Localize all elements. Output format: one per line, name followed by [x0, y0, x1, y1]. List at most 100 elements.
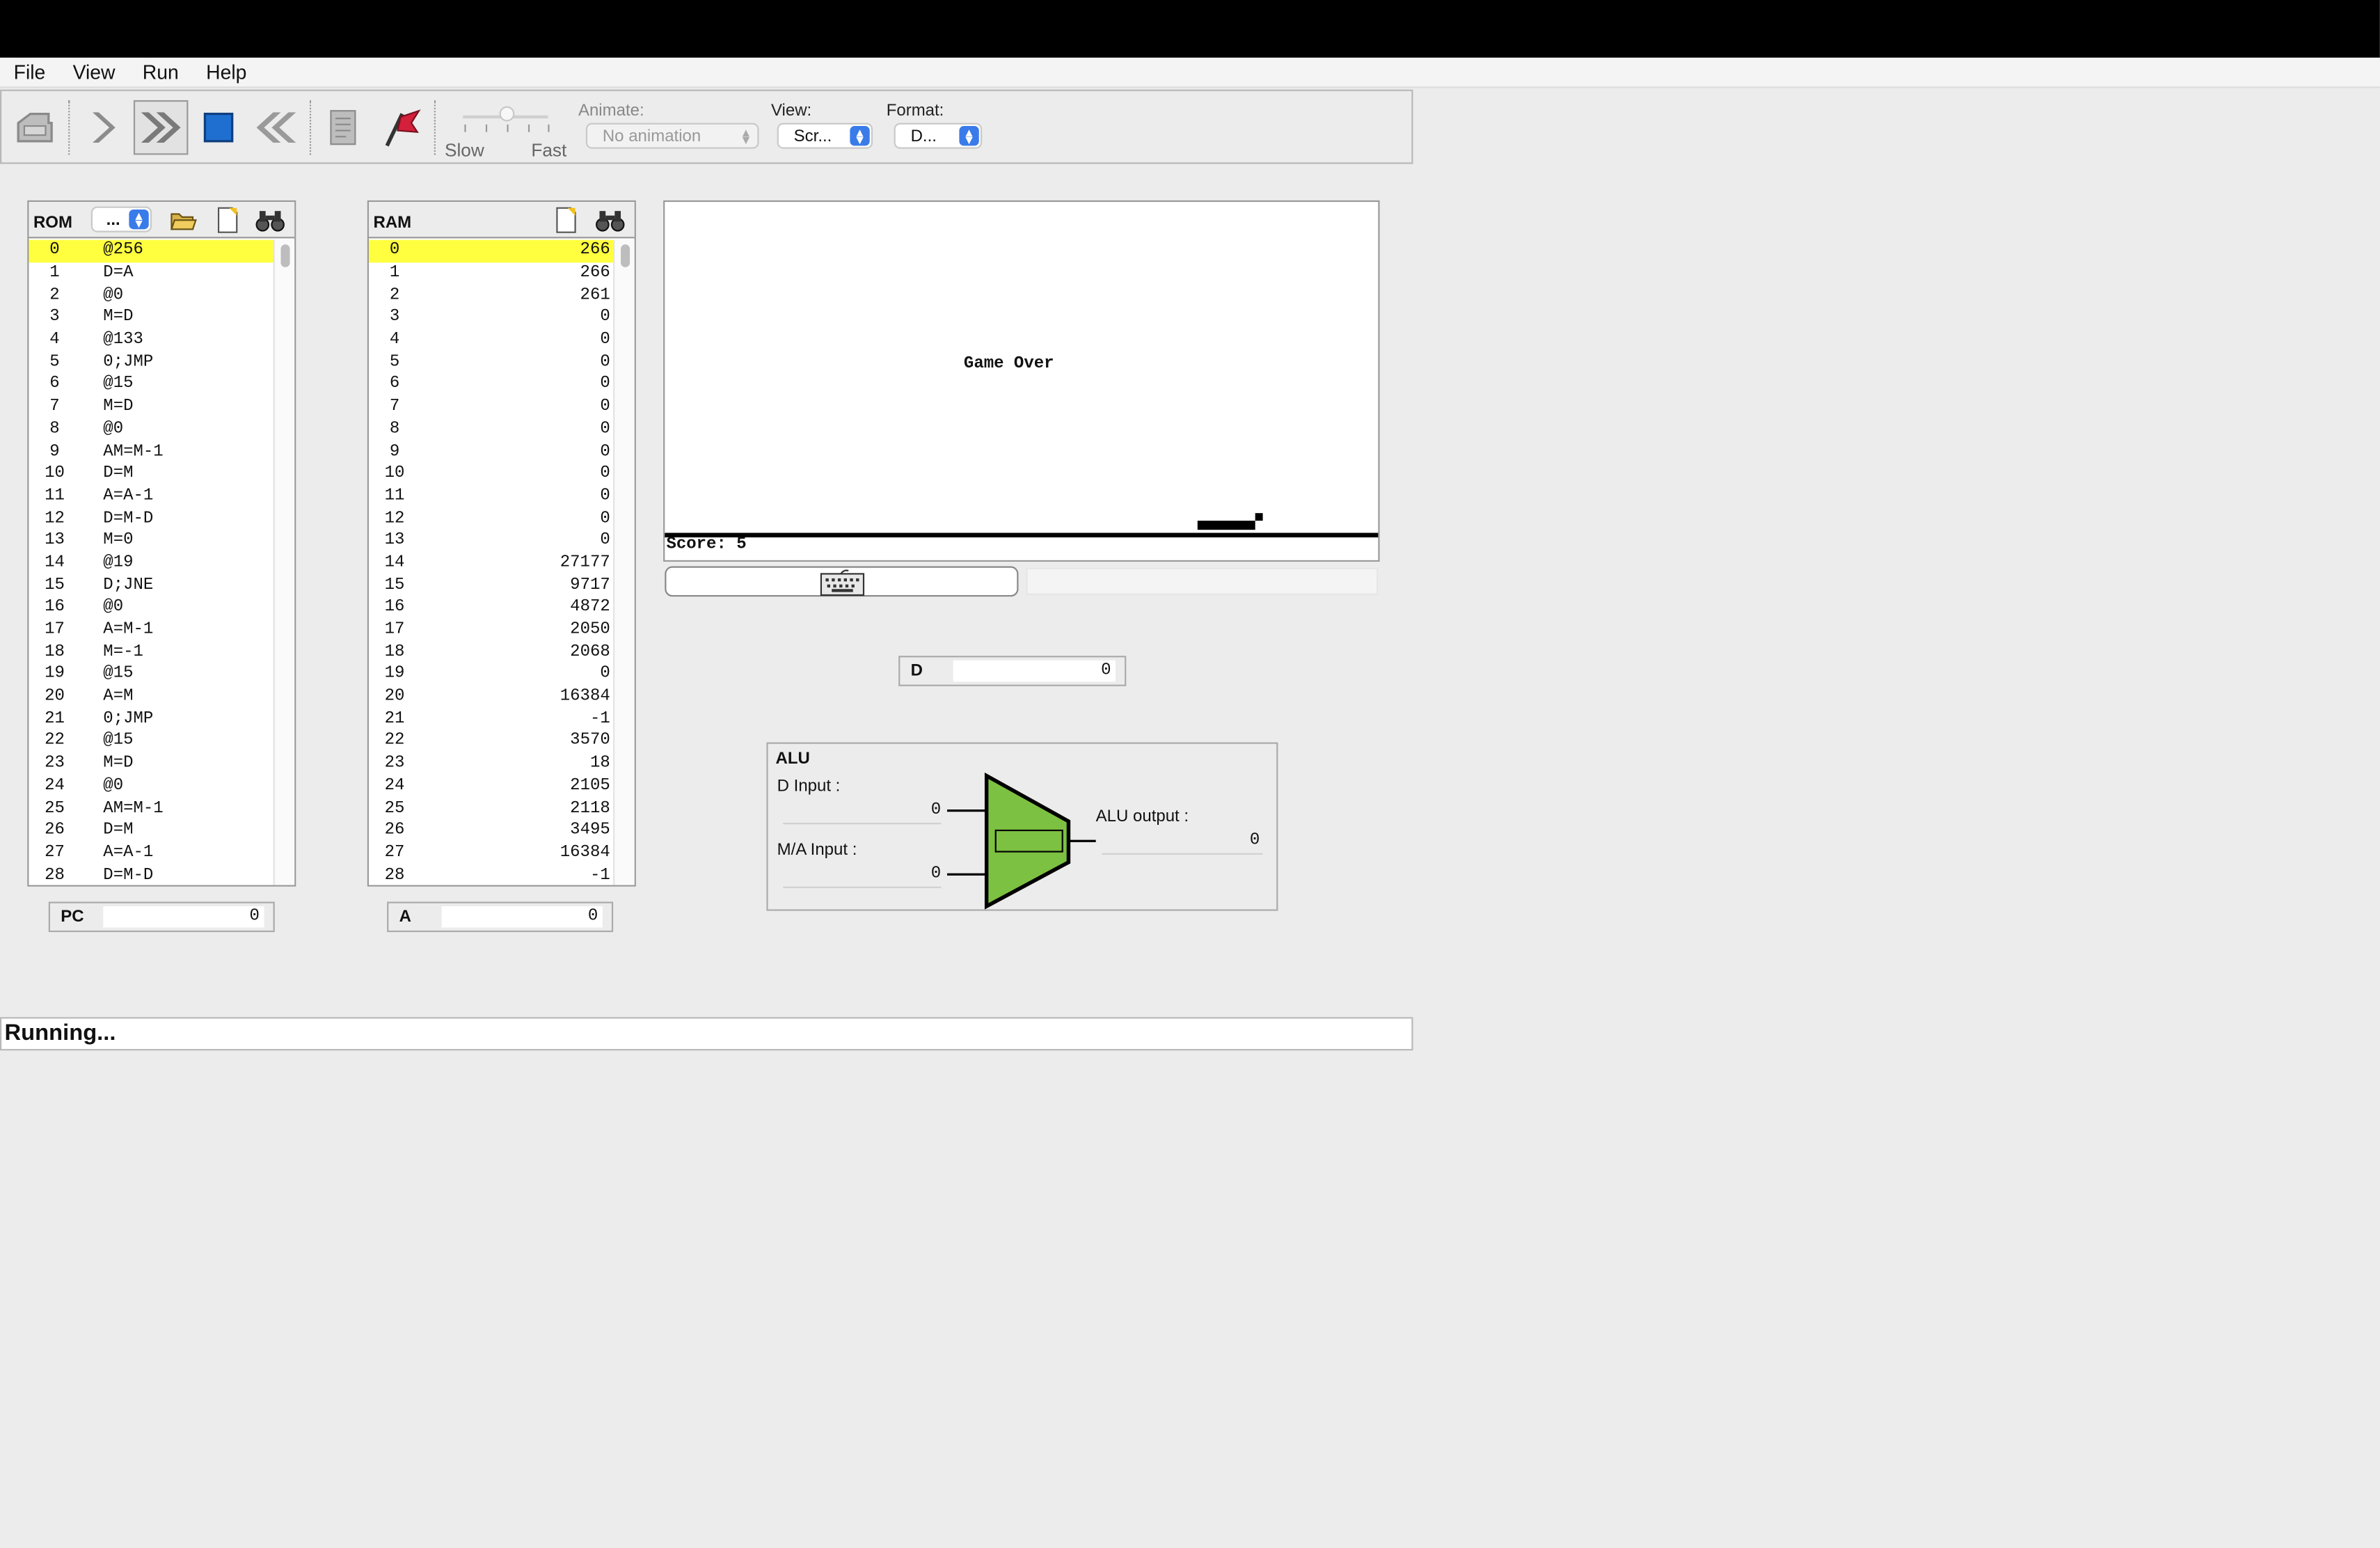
rewind-button[interactable]: [249, 100, 304, 155]
ram-row[interactable]: 11 0: [369, 485, 613, 507]
ram-row[interactable]: 24 2105: [369, 775, 613, 797]
ram-row[interactable]: 70: [369, 396, 613, 418]
ram-row[interactable]: 18 2068: [369, 641, 613, 663]
rom-row[interactable]: 23 M=D: [29, 752, 273, 775]
ram-row[interactable]: 40: [369, 329, 613, 352]
ram-value[interactable]: -1: [438, 866, 613, 884]
ram-value[interactable]: 0: [438, 487, 613, 505]
ram-value[interactable]: 16384: [438, 844, 613, 862]
binoculars-icon[interactable]: [595, 208, 626, 232]
rom-row[interactable]: 18 M=-1: [29, 641, 273, 663]
ram-value[interactable]: 0: [438, 354, 613, 372]
new-file-icon[interactable]: [554, 207, 578, 234]
ram-row[interactable]: 22 3570: [369, 730, 613, 752]
format-select[interactable]: D... ▲ ▼: [894, 123, 983, 149]
rom-instruction[interactable]: D=M: [99, 821, 273, 839]
ram-list[interactable]: 0 266 1 266 2 261 3 0 4 0 5 0 6 0 7 0 8 0 9 0 10 0 11 0 12 0 13 0 14…: [368, 239, 614, 885]
rom-row[interactable]: 13 M=0: [29, 530, 273, 552]
ram-value[interactable]: 27177: [438, 554, 613, 572]
speed-slider[interactable]: Slow Fast: [442, 100, 573, 161]
rom-instruction[interactable]: M=-1: [99, 643, 273, 661]
ram-row[interactable]: 23 18: [369, 752, 613, 775]
menu-run[interactable]: Run: [129, 61, 192, 84]
rom-row[interactable]: 3 M=D: [29, 307, 273, 329]
rom-instruction[interactable]: @15: [99, 665, 273, 684]
rom-instruction[interactable]: D=M-D: [99, 510, 273, 528]
binoculars-icon[interactable]: [255, 208, 285, 232]
ram-value[interactable]: 18: [438, 755, 613, 773]
ram-row[interactable]: 13 0: [369, 530, 613, 552]
rom-instruction[interactable]: 0;JMP: [99, 354, 273, 372]
rom-row[interactable]: 9 AM=M-1: [29, 441, 273, 463]
ram-row[interactable]: 12 0: [369, 507, 613, 530]
rom-row[interactable]: 0 @256: [29, 239, 273, 262]
rom-row[interactable]: 20 A=M: [29, 686, 273, 708]
rom-instruction[interactable]: @19: [99, 554, 273, 572]
rom-format-select[interactable]: ... ▲ ▼: [90, 206, 152, 232]
ram-scrollbar[interactable]: [613, 239, 635, 885]
rom-instruction[interactable]: M=D: [99, 755, 273, 773]
ram-value[interactable]: 4872: [438, 599, 613, 617]
ram-row[interactable]: 21 -1: [369, 708, 613, 730]
single-step-button[interactable]: [74, 100, 129, 155]
rom-row[interactable]: 11 A=A-1: [29, 485, 273, 507]
ram-row[interactable]: 0 266: [368, 239, 614, 262]
ram-value[interactable]: 9717: [438, 576, 613, 594]
rom-row[interactable]: 26 D=M: [29, 819, 273, 842]
rom-instruction[interactable]: @133: [99, 331, 273, 349]
ram-value[interactable]: 261: [438, 287, 613, 305]
rom-instruction[interactable]: @0: [99, 287, 273, 305]
rom-instruction[interactable]: A=A-1: [99, 844, 273, 862]
rom-row[interactable]: 15 D;JNE: [29, 574, 273, 597]
ram-row[interactable]: 30: [369, 307, 613, 329]
rom-row[interactable]: 4 @133: [29, 329, 273, 352]
rom-row[interactable]: 10 D=M: [29, 463, 273, 485]
rom-row[interactable]: 19 @15: [29, 663, 273, 686]
rom-row[interactable]: 12 D=M-D: [29, 507, 273, 530]
ram-value[interactable]: 0: [438, 532, 613, 550]
ram-value[interactable]: 0: [438, 665, 613, 684]
animate-select[interactable]: No animation ▲ ▼: [585, 123, 759, 149]
ram-row[interactable]: 19 0: [369, 663, 613, 686]
breakpoints-button[interactable]: [374, 100, 429, 155]
rom-row[interactable]: 25 AM=M-1: [29, 797, 273, 819]
ram-row[interactable]: 80: [369, 418, 613, 441]
ram-value[interactable]: 0: [438, 309, 613, 327]
ram-row[interactable]: 15 9717: [369, 574, 613, 597]
rom-row[interactable]: 17 A=M-1: [29, 619, 273, 641]
ram-row[interactable]: 2 261: [369, 285, 613, 307]
speed-slider-thumb[interactable]: [499, 106, 515, 122]
rom-row[interactable]: 24 @0: [29, 775, 273, 797]
ram-value[interactable]: -1: [438, 710, 613, 728]
rom-list[interactable]: 0 @256 1 D=A 2 @0 3 M=D 4 @133 5 0;JMP 6 @15 7 M=D 8 @0 9 A…: [29, 239, 273, 885]
new-file-icon[interactable]: [216, 207, 240, 234]
stop-button[interactable]: [191, 100, 246, 155]
rom-instruction[interactable]: 0;JMP: [99, 710, 273, 728]
a-value[interactable]: 0: [441, 906, 603, 928]
rom-instruction[interactable]: A=A-1: [99, 487, 273, 505]
ram-value[interactable]: 0: [438, 331, 613, 349]
ram-value[interactable]: 2118: [438, 799, 613, 817]
rom-instruction[interactable]: D;JNE: [99, 576, 273, 594]
ram-value[interactable]: 2068: [438, 643, 613, 661]
rom-instruction[interactable]: @0: [99, 599, 273, 617]
rom-instruction[interactable]: A=M-1: [99, 621, 273, 639]
rom-instruction[interactable]: @256: [99, 242, 273, 260]
rom-row[interactable]: 28 D=M-D: [29, 864, 273, 885]
menu-help[interactable]: Help: [192, 61, 260, 84]
ram-row[interactable]: 10 0: [369, 463, 613, 485]
ram-row[interactable]: 25 2118: [369, 797, 613, 819]
rom-instruction[interactable]: M=0: [99, 532, 273, 550]
rom-instruction[interactable]: AM=M-1: [99, 799, 273, 817]
ram-row[interactable]: 26 3495: [369, 819, 613, 842]
ram-row[interactable]: 16 4872: [369, 597, 613, 619]
run-button[interactable]: [133, 100, 189, 155]
rom-row[interactable]: 5 0;JMP: [29, 352, 273, 374]
ram-value[interactable]: 0: [438, 443, 613, 461]
ram-value[interactable]: 0: [438, 420, 613, 439]
ram-row[interactable]: 60: [369, 374, 613, 396]
rom-instruction[interactable]: @0: [99, 420, 273, 439]
script-button[interactable]: [316, 100, 371, 155]
rom-instruction[interactable]: M=D: [99, 309, 273, 327]
rom-row[interactable]: 16 @0: [29, 597, 273, 619]
